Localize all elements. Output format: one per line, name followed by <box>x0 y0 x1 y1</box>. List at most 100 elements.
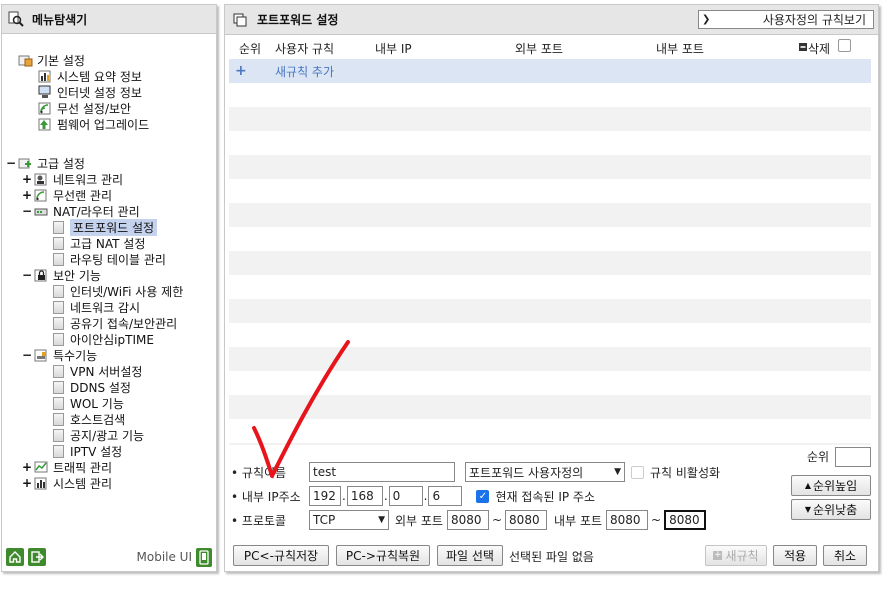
tree-iansim-iptime[interactable]: 아이안심ipTIME <box>53 331 154 347</box>
table-row <box>229 203 871 227</box>
save-rules-button[interactable]: PC<-규칙저장 <box>233 545 329 566</box>
add-rule-link[interactable]: 새규칙 추가 <box>275 63 334 80</box>
order-label: 순위 <box>807 450 830 464</box>
cancel-button[interactable]: 취소 <box>823 545 867 566</box>
tree-port-forward[interactable]: 포트포워드 설정 <box>53 218 158 236</box>
ip-octet-1[interactable]: 192 <box>309 486 341 506</box>
tree-nat-router[interactable]: − NAT/라우터 관리 <box>22 203 140 219</box>
tree-network-management[interactable]: + 네트워크 관리 <box>22 171 123 187</box>
tree-label: 포트포워드 설정 <box>70 218 158 236</box>
tree-special-features[interactable]: − 특수기능 <box>22 347 97 363</box>
tree-label: 시스템 관리 <box>53 476 113 491</box>
new-rule-button[interactable]: + 새규칙 <box>705 545 767 566</box>
page-icon <box>53 380 64 394</box>
special-features-icon <box>34 348 49 362</box>
tree-label: 공유기 접속/보안관리 <box>70 316 178 331</box>
tree-system-management[interactable]: + 시스템 관리 <box>22 475 112 491</box>
order-down-button[interactable]: ▼ 순위낮춤 <box>791 499 871 520</box>
tree-internet-limit[interactable]: 인터넷/WiFi 사용 제한 <box>53 283 183 299</box>
logout-icon[interactable] <box>28 548 46 566</box>
order-up-label: 순위높임 <box>812 479 858 493</box>
table-row <box>229 347 871 371</box>
lock-icon <box>34 268 49 282</box>
disable-rule-label: 규칙 비활성화 <box>650 465 721 480</box>
rule-view-select[interactable]: ❯ 사용자정의 규칙보기 <box>698 10 874 29</box>
ip-octet-2[interactable]: 168 <box>346 486 383 506</box>
external-port-to[interactable]: 8080 <box>505 510 548 530</box>
collapse-toggle[interactable]: − <box>22 268 32 282</box>
tree-vpn[interactable]: VPN 서버설정 <box>53 363 142 379</box>
upgrade-icon <box>38 117 53 131</box>
page-icon <box>53 396 64 410</box>
page-icon <box>53 428 64 442</box>
expand-toggle[interactable]: + <box>22 476 32 490</box>
bottom-toolbar: PC<-규칙저장 PC->규칙복원 파일 선택 선택된 파일 없음 + 새규칙 … <box>233 545 873 567</box>
tree-wireless-security[interactable]: 무선 설정/보안 <box>38 100 131 116</box>
table-row <box>229 227 871 251</box>
disable-rule-checkbox[interactable] <box>631 465 644 479</box>
collapse-toggle[interactable]: − <box>22 204 32 218</box>
home-icon[interactable] <box>6 548 24 566</box>
apply-button[interactable]: 적용 <box>773 545 817 566</box>
monitor-icon <box>38 85 53 99</box>
tree-host-search[interactable]: 호스트검색 <box>53 411 125 427</box>
tree-advanced-nat[interactable]: 고급 NAT 설정 <box>53 235 145 251</box>
collapse-toggle[interactable]: − <box>22 348 32 362</box>
col-order: 순위 <box>239 42 262 56</box>
rule-name-input[interactable]: test <box>309 462 455 482</box>
table-row <box>229 419 871 443</box>
file-select-button[interactable]: 파일 선택 <box>437 545 503 566</box>
external-port-from[interactable]: 8080 <box>446 510 489 530</box>
page-icon <box>53 220 64 234</box>
order-down-label: 순위낮춤 <box>812 503 858 517</box>
traffic-chart-icon <box>34 460 49 474</box>
expand-toggle[interactable]: + <box>22 188 32 202</box>
delete-mark-icon <box>799 40 807 54</box>
mobile-phone-icon[interactable] <box>196 547 212 567</box>
protocol-select[interactable]: TCP ▼ <box>309 510 389 530</box>
range-tilde: ~ <box>491 513 503 527</box>
protocol-row: • 프로토콜 TCP ▼ 외부 포트 8080 ~ 8080 내부 포트 808… <box>231 509 707 531</box>
arrow-down-icon: ▼ <box>804 505 811 514</box>
tree-ddns[interactable]: DDNS 설정 <box>53 379 131 395</box>
tree-security[interactable]: − 보안 기능 <box>22 267 101 283</box>
mobile-ui-label: Mobile UI <box>136 550 193 564</box>
table-row <box>229 275 871 299</box>
internal-port-to[interactable]: 8080 <box>664 510 707 530</box>
restore-rules-button[interactable]: PC->규칙복원 <box>336 545 430 566</box>
tree-access-security[interactable]: 공유기 접속/보안관리 <box>53 315 177 331</box>
delete-all-checkbox[interactable] <box>838 39 851 52</box>
wifi-icon <box>38 101 53 115</box>
tree-firmware-upgrade[interactable]: 펌웨어 업그레이드 <box>38 116 149 132</box>
tree-system-summary[interactable]: 시스템 요약 정보 <box>38 68 142 84</box>
page-icon <box>53 284 64 298</box>
tree-advanced-settings[interactable]: − 고급 설정 <box>6 155 85 171</box>
tree-label: NAT/라우터 관리 <box>53 204 140 219</box>
expand-toggle[interactable]: + <box>22 460 32 474</box>
tree-basic-settings[interactable]: 기본 설정 <box>18 52 85 68</box>
ip-octet-4[interactable]: 6 <box>428 486 463 506</box>
table-row <box>229 299 871 323</box>
col-delete: 삭제 <box>808 42 831 56</box>
tree-routing-table[interactable]: 라우팅 테이블 관리 <box>53 251 166 267</box>
tree-internet-info[interactable]: 인터넷 설정 정보 <box>38 84 142 100</box>
tree-traffic[interactable]: + 트래픽 관리 <box>22 459 112 475</box>
menu-explorer-panel: 메뉴탐색기 기본 설정 시스템 요약 정보 인터넷 설정 정보 무선 설정/보안… <box>1 4 217 572</box>
tree-notice-ad[interactable]: 공지/광고 기능 <box>53 427 144 443</box>
order-input[interactable] <box>835 447 871 467</box>
current-ip-checkbox[interactable]: ✓ <box>476 489 490 503</box>
collapse-toggle[interactable]: − <box>6 156 16 170</box>
tree-wlan-management[interactable]: + 무선랜 관리 <box>22 187 112 203</box>
tree-wol[interactable]: WOL 기능 <box>53 395 124 411</box>
expand-toggle[interactable]: + <box>22 172 32 186</box>
add-rule-row[interactable]: + 새규칙 추가 <box>229 59 871 83</box>
tree-iptv[interactable]: IPTV 설정 <box>53 443 122 459</box>
rule-type-select[interactable]: 포트포워드 사용자정의 ▼ <box>465 462 625 482</box>
page-icon <box>53 332 64 346</box>
order-up-button[interactable]: ▲ 순위높임 <box>791 475 871 496</box>
ip-octet-3[interactable]: 0 <box>388 486 423 506</box>
tree-label: 보안 기능 <box>53 268 101 283</box>
internal-port-label: 내부 포트 <box>554 513 603 528</box>
tree-network-monitor[interactable]: 네트워크 감시 <box>53 299 140 315</box>
internal-port-from[interactable]: 8080 <box>606 510 649 530</box>
